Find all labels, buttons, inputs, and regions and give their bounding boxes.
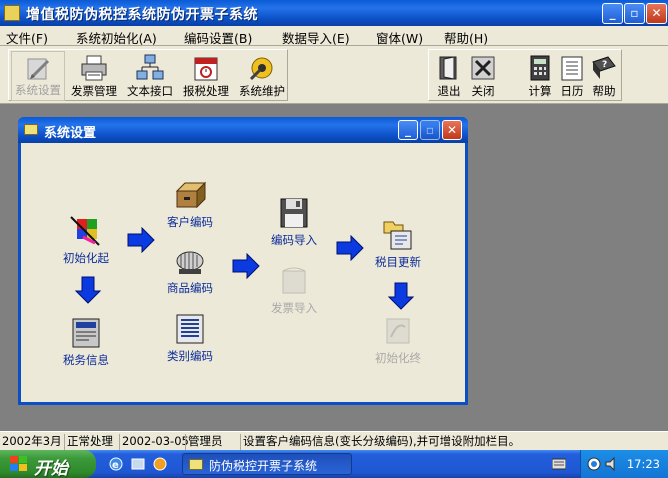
ie-icon[interactable]: e <box>108 456 124 472</box>
network-tray-icon[interactable] <box>587 457 601 471</box>
volume-tray-icon[interactable] <box>605 457 619 471</box>
menu-code-settings[interactable]: 编码设置(B) <box>184 28 252 47</box>
taskbar-app-button[interactable]: 防伪税控开票子系统 <box>182 453 352 475</box>
system-tray: 17:23 <box>580 450 668 478</box>
arrow-down-icon <box>388 282 414 310</box>
card-file-icon <box>175 181 207 209</box>
calculator-icon <box>530 55 550 81</box>
toolbar-system-settings-button[interactable]: 系统设置 <box>11 51 65 101</box>
taskbar: 开始 e 防伪税控开票子系统 17:23 <box>0 450 668 478</box>
main-title-bar[interactable]: 增值税防伪税控系统防伪开票子系统 _ ▫ ✕ <box>0 0 668 26</box>
child-minimize-button[interactable]: _ <box>398 120 418 140</box>
toolbar-exit-button[interactable]: 退出 <box>431 51 467 101</box>
category-code-node[interactable]: 类别编码 <box>167 313 213 364</box>
floppy-disk-icon <box>280 198 308 228</box>
toolbar-calendar-button[interactable]: 日历 <box>555 51 589 101</box>
start-button[interactable]: 开始 <box>0 450 96 478</box>
tax-info-icon <box>72 318 100 348</box>
show-desktop-icon[interactable] <box>130 456 146 472</box>
code-import-node[interactable]: 编码导入 <box>271 197 317 248</box>
toolbar-right-group: 退出 关闭 计算 日历 ? 帮助 <box>428 49 622 101</box>
tax-info-node[interactable]: 税务信息 <box>63 317 109 368</box>
menu-window[interactable]: 窗体(W) <box>376 28 423 47</box>
system-settings-window: 系统设置 _ ▫ ✕ 初始化起 税务信息 客户编码 商品编码 类别编码 编码导入… <box>18 117 468 405</box>
arrow-right-icon <box>336 235 364 261</box>
toolbar-calculator-button[interactable]: 计算 <box>523 51 557 101</box>
status-period: 2002年3月 <box>2 434 62 448</box>
svg-text:?: ? <box>602 60 607 70</box>
customer-code-node[interactable]: 客户编码 <box>167 179 213 230</box>
windows-flag-icon <box>10 456 27 471</box>
system-settings-title: 系统设置 <box>44 126 97 141</box>
media-player-icon[interactable] <box>152 456 168 472</box>
init-end-icon <box>386 318 410 344</box>
network-icon <box>136 54 164 80</box>
toolbar-invoice-mgmt-button[interactable]: 发票管理 <box>67 51 121 101</box>
init-end-node[interactable]: 初始化终 <box>375 315 421 366</box>
app-icon <box>4 5 20 21</box>
exit-door-icon <box>439 56 457 80</box>
product-code-node[interactable]: 商品编码 <box>167 245 213 296</box>
arrow-right-icon <box>127 227 155 253</box>
calendar-icon <box>561 56 583 81</box>
help-book-icon: ? <box>592 56 616 79</box>
rolodex-icon <box>176 251 204 274</box>
toolbar-text-interface-button[interactable]: 文本接口 <box>123 51 177 101</box>
status-bar: 2002年3月 正常处理 2002-03-05 管理员 设置客户编码信息(变长分… <box>0 431 668 450</box>
svg-text:e: e <box>112 460 119 471</box>
category-list-icon <box>176 314 204 344</box>
window-icon <box>24 124 38 135</box>
status-user: 管理员 <box>185 434 223 450</box>
toolbar-left-group: 系统设置 发票管理 文本接口 报税处理 系统维护 <box>8 49 288 101</box>
toolbar-tax-processing-button[interactable]: 报税处理 <box>179 51 233 101</box>
status-message: 设置客户编码信息(变长分级编码),并可增设附加栏目。 <box>240 434 520 450</box>
tax-tree-icon <box>383 221 412 250</box>
minimize-button[interactable]: _ <box>602 3 623 24</box>
system-settings-title-bar[interactable]: 系统设置 _ ▫ ✕ <box>18 117 468 143</box>
close-button[interactable]: ✕ <box>646 3 667 24</box>
child-maximize-button[interactable]: ▫ <box>420 120 440 140</box>
toolbar-help-button[interactable]: ? 帮助 <box>587 51 621 101</box>
window-title: 增值税防伪税控系统防伪开票子系统 <box>26 7 258 23</box>
keyboard-icon[interactable] <box>552 458 566 470</box>
toolbar: 系统设置 发票管理 文本接口 报税处理 系统维护 退出 关闭 计算 日历 ? 帮… <box>0 46 668 104</box>
menu-system-init[interactable]: 系统初始化(A) <box>76 28 157 47</box>
status-date: 2002-03-05 <box>119 434 189 450</box>
toolbar-close-button[interactable]: 关闭 <box>465 51 501 101</box>
printer-icon <box>81 55 107 81</box>
menu-bar: 文件(F) 系统初始化(A) 编码设置(B) 数据导入(E) 窗体(W) 帮助(… <box>0 26 668 46</box>
init-start-icon <box>70 216 100 246</box>
maximize-button[interactable]: ▫ <box>624 3 645 24</box>
toolbar-system-maintenance-button[interactable]: 系统维护 <box>235 51 289 101</box>
arrow-down-icon <box>75 276 101 304</box>
invoice-import-node[interactable]: 发票导入 <box>271 265 317 316</box>
status-mode: 正常处理 <box>64 434 113 450</box>
menu-help[interactable]: 帮助(H) <box>444 28 488 47</box>
settings-pencil-icon <box>27 58 50 80</box>
close-x-icon <box>471 56 495 80</box>
tax-calendar-icon <box>194 57 218 81</box>
app-window-icon <box>189 459 203 470</box>
arrow-right-icon <box>232 253 260 279</box>
tax-item-update-node[interactable]: 税目更新 <box>375 219 421 270</box>
menu-data-import[interactable]: 数据导入(E) <box>282 28 350 47</box>
init-start-node[interactable]: 初始化起 <box>63 215 109 266</box>
menu-file[interactable]: 文件(F) <box>6 28 48 47</box>
invoice-import-icon <box>282 267 306 294</box>
maintenance-icon <box>249 57 273 81</box>
child-close-button[interactable]: ✕ <box>442 120 462 140</box>
clock[interactable]: 17:23 <box>627 457 660 471</box>
